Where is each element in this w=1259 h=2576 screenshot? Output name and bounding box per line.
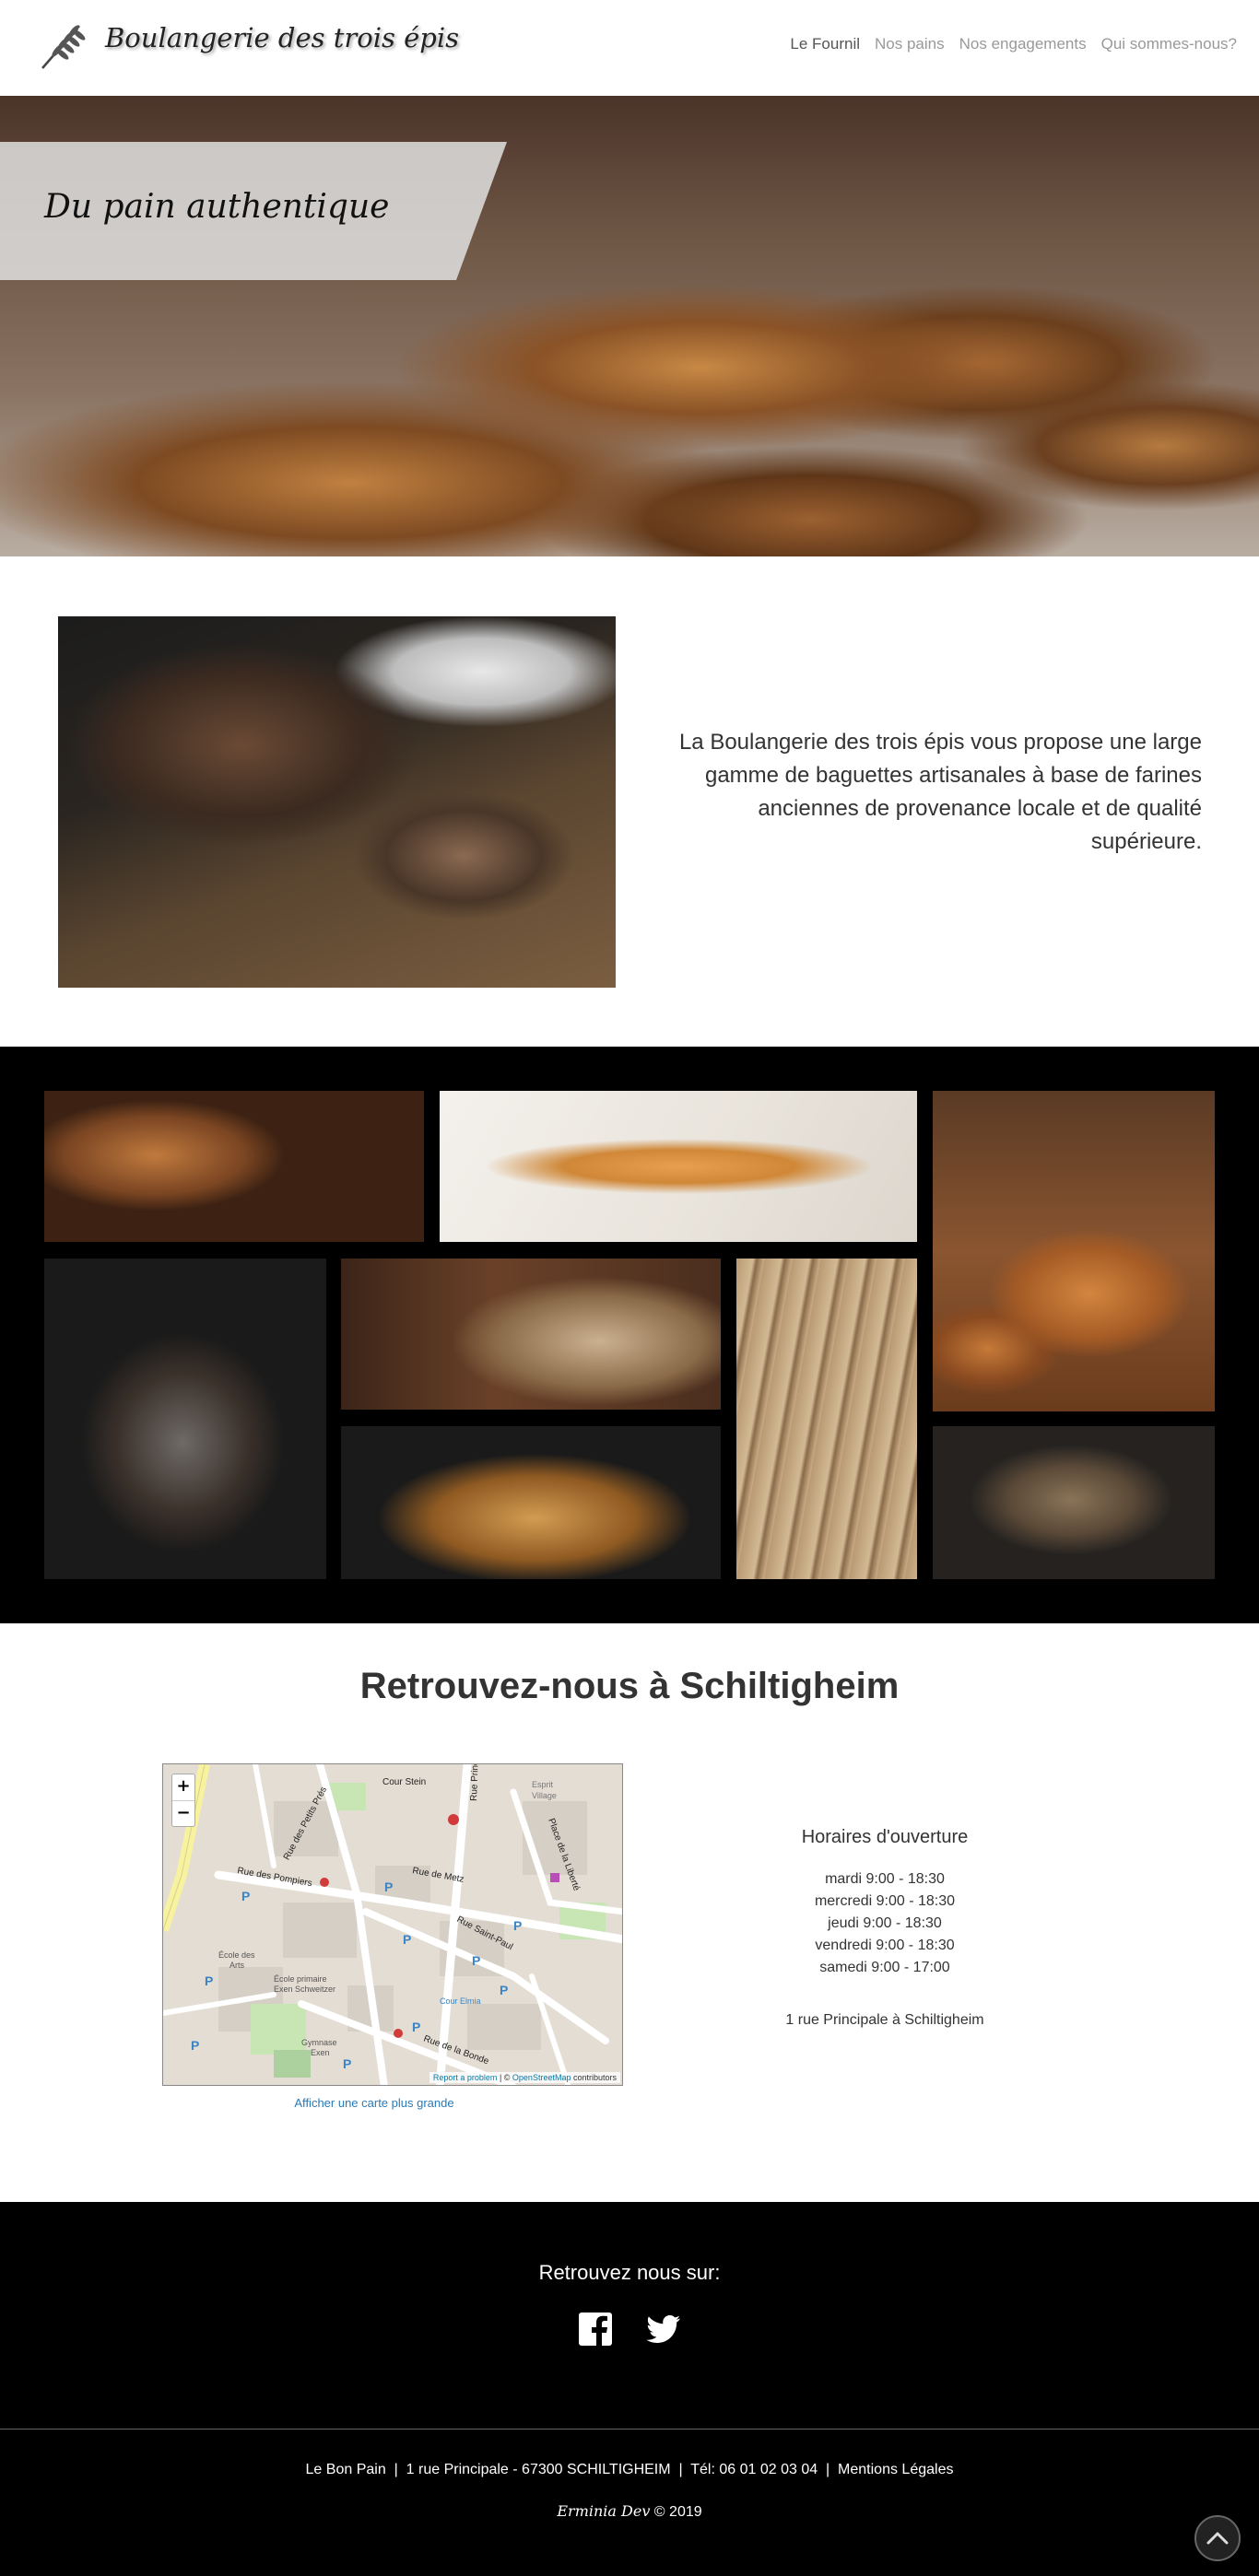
attribution-separator: | © (497, 2073, 512, 2082)
svg-text:Cour Elmia: Cour Elmia (440, 1996, 481, 2006)
nav-item-le-fournil[interactable]: Le Fournil (790, 35, 860, 53)
hero-title: Du pain authentique (44, 188, 390, 226)
svg-text:École primaire: École primaire (274, 1974, 327, 1984)
svg-text:P: P (403, 1932, 411, 1947)
social-links (0, 2311, 1259, 2348)
shop-address: 1 rue Principale à Schiltigheim (785, 2012, 984, 2028)
svg-text:P: P (472, 1953, 480, 1968)
credit-name: Erminia Dev (557, 2502, 651, 2520)
nav-item-nos-engagements[interactable]: Nos engagements (959, 35, 1087, 53)
bread-gallery (0, 1047, 1259, 1623)
gallery-image-seeded-bread (341, 1426, 721, 1579)
svg-text:P: P (412, 2020, 420, 2034)
hours-list: mardi 9:00 - 18:30 mercredi 9:00 - 18:30… (700, 1868, 1069, 1979)
hours-item: mercredi 9:00 - 18:30 (814, 1893, 956, 1909)
facebook-icon[interactable] (577, 2311, 614, 2348)
attribution-tail: contributors (571, 2073, 617, 2082)
zoom-in-button[interactable]: + (172, 1774, 194, 1800)
hours-item: samedi 9:00 - 17:00 (819, 1960, 950, 1975)
main-nav: Le Fournil Nos pains Nos engagements Qui… (790, 35, 1237, 53)
svg-text:P: P (241, 1889, 250, 1903)
hours-title: Horaires d'ouverture (801, 1827, 969, 1847)
svg-text:Arts: Arts (229, 1961, 245, 1970)
intro-bread-image (58, 616, 616, 988)
map-embed[interactable]: P P P P P P P P P P Rue des Petits Prés … (162, 1763, 623, 2086)
follow-us-label: Retrouvez nous sur: (538, 2261, 721, 2284)
intro-text: La Boulangerie des trois épis vous propo… (678, 730, 1202, 854)
gallery-image-bread-slices (736, 1259, 917, 1579)
footer-divider (0, 2429, 1259, 2430)
opening-hours: Horaires d'ouverture mardi 9:00 - 18:30 … (700, 1827, 1069, 1979)
location-title: Retrouvez-nous à Schiltigheim (359, 1666, 900, 1706)
osm-link[interactable]: OpenStreetMap (512, 2073, 571, 2082)
report-problem-link[interactable]: Report a problem (433, 2073, 498, 2082)
map-tiles[interactable]: P P P P P P P P P P Rue des Petits Prés … (163, 1764, 623, 2086)
svg-text:École des: École des (218, 1950, 255, 1960)
hours-item: vendredi 9:00 - 18:30 (815, 1938, 955, 1953)
svg-text:Cour Stein: Cour Stein (382, 1777, 426, 1787)
zoom-out-button[interactable]: − (172, 1800, 194, 1826)
brand-name[interactable]: Boulangerie des trois épis (105, 22, 459, 53)
gallery-image-sliced-loaf (341, 1259, 721, 1410)
svg-text:Village: Village (532, 1791, 557, 1800)
nav-item-nos-pains[interactable]: Nos pains (875, 35, 945, 53)
hours-item: jeudi 9:00 - 18:30 (828, 1915, 942, 1931)
map-attribution: Report a problem | © OpenStreetMap contr… (429, 2072, 620, 2083)
svg-text:P: P (205, 1973, 213, 1988)
svg-text:P: P (343, 2056, 351, 2071)
hours-item: mardi 9:00 - 18:30 (825, 1871, 945, 1887)
twitter-icon[interactable] (645, 2311, 682, 2348)
site-header: Boulangerie des trois épis Le Fournil No… (0, 0, 1259, 96)
svg-text:P: P (513, 1918, 522, 1933)
svg-text:Exen Schweitzer: Exen Schweitzer (274, 1985, 335, 1994)
footer-credit: Erminia Dev © 2019 (0, 2502, 1259, 2521)
svg-text:Exen: Exen (311, 2048, 330, 2057)
wheat-icon[interactable] (37, 17, 92, 72)
back-to-top-button[interactable] (1194, 2515, 1241, 2561)
gallery-image-single-baguette (440, 1091, 917, 1242)
nav-item-qui-sommes-nous[interactable]: Qui sommes-nous? (1101, 35, 1237, 53)
site-footer: Retrouvez nous sur: Le Bon Pain | 1 rue … (0, 2202, 1259, 2576)
footer-info: Le Bon Pain | 1 rue Principale - 67300 S… (305, 2462, 954, 2477)
svg-text:P: P (500, 1983, 508, 1997)
hero-banner-image: Du pain authentique (0, 96, 1259, 556)
larger-map-link[interactable]: Afficher une carte plus grande (162, 2096, 586, 2110)
credit-year: © 2019 (650, 2504, 702, 2520)
gallery-image-round-loaf (44, 1259, 326, 1579)
gallery-image-baguettes (44, 1091, 424, 1242)
svg-text:Gymnase: Gymnase (301, 2038, 337, 2047)
gallery-image-market-breads (933, 1091, 1215, 1411)
gallery-image-country-loaf (933, 1426, 1215, 1579)
chevron-up-icon (1196, 2532, 1239, 2563)
map-zoom-controls: + − (171, 1774, 195, 1827)
svg-text:P: P (384, 1879, 393, 1894)
svg-text:Esprit: Esprit (532, 1780, 554, 1789)
svg-text:P: P (191, 2038, 199, 2053)
